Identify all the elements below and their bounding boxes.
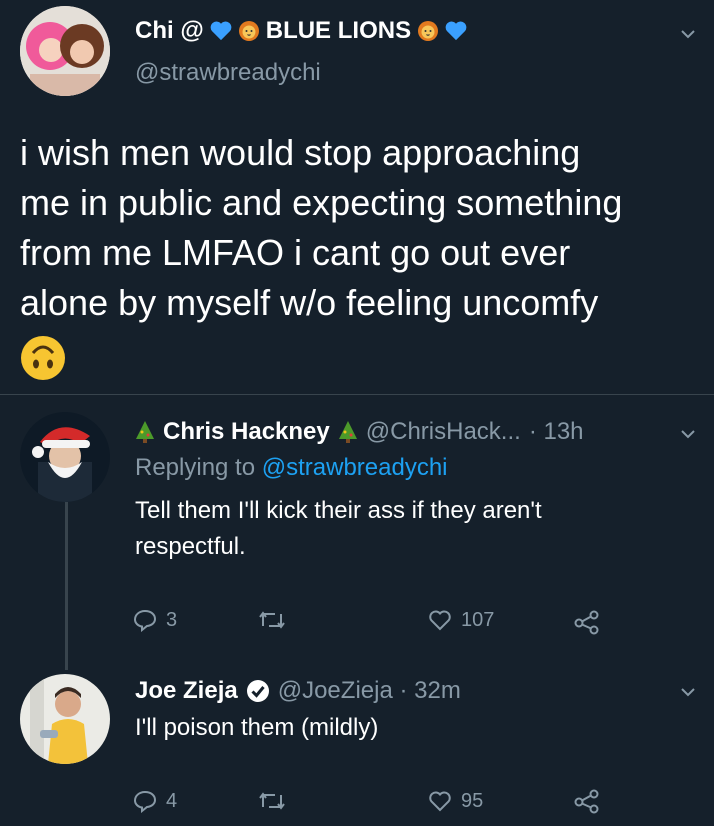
like-icon [429, 610, 451, 631]
upside-down-face-emoji [21, 336, 65, 380]
lion-face-icon [238, 21, 259, 41]
blue-heart-icon [445, 21, 467, 41]
like-button[interactable]: 95 [428, 789, 483, 813]
reply-icon [133, 609, 157, 632]
team-label: BLUE LIONS [265, 17, 412, 44]
tweet-text-line: i wish men would stop approaching [20, 132, 581, 173]
share-button[interactable] [573, 608, 601, 636]
reply-count: 3 [166, 608, 178, 631]
reply-button[interactable]: 4 [133, 789, 177, 813]
share-icon [574, 610, 599, 635]
chevron-down-icon[interactable] [680, 684, 696, 700]
reply-icon [133, 790, 157, 813]
chevron-down-icon[interactable] [680, 426, 696, 442]
like-button[interactable]: 107 [428, 608, 494, 632]
blue-heart-icon [210, 21, 232, 41]
share-button[interactable] [573, 787, 601, 815]
chevron-down-icon[interactable] [680, 26, 696, 42]
like-icon [429, 791, 451, 812]
tweet-text-line: me in public and expecting something [20, 182, 623, 223]
tweet-text: I'll poison them (mildly) [135, 714, 379, 741]
share-icon [574, 789, 599, 814]
divider [0, 394, 714, 395]
reply-header: Joe Zieja @JoeZieja · 32m [135, 677, 461, 705]
christmas-tree-icon [136, 421, 154, 443]
like-count: 107 [461, 608, 495, 631]
replying-to: Replying to @strawbreadychi [135, 454, 448, 482]
handle[interactable]: @ChrisHack... [366, 418, 521, 446]
avatar-image [20, 6, 110, 96]
tweet-text: i wish men would stop approaching me in … [20, 128, 622, 328]
avatar[interactable] [20, 674, 110, 764]
avatar[interactable] [20, 412, 110, 502]
handle[interactable]: @strawbreadychi [135, 59, 321, 87]
tweet-text-line: from me LMFAO i cant go out ever [20, 232, 571, 273]
avatar-image [20, 412, 110, 502]
reply-count: 4 [166, 789, 178, 812]
replying-prefix: Replying to [135, 454, 256, 481]
tweet-text-line: alone by myself w/o feeling uncomfy [20, 282, 599, 323]
tweet-text-line: respectful. [135, 533, 246, 560]
display-name[interactable]: Chi @ BLUE LIONS [135, 17, 467, 45]
verified-badge-icon [246, 680, 269, 702]
retweet-icon [259, 611, 285, 629]
display-name[interactable]: Joe Zieja [135, 677, 238, 705]
display-name-text: Chi @ [135, 17, 204, 44]
reply-button[interactable]: 3 [133, 608, 177, 632]
christmas-tree-icon [338, 421, 357, 443]
reply-header: Chris Hackney @ChrisHack... · 13h [135, 418, 584, 446]
tweet-text: Tell them I'll kick their ass if they ar… [135, 493, 542, 565]
like-count: 95 [461, 789, 484, 812]
replying-handle-link[interactable]: @strawbreadychi [262, 454, 448, 481]
thread-line [65, 502, 68, 670]
handle-time[interactable]: @JoeZieja · 32m [278, 677, 461, 705]
avatar[interactable] [20, 6, 110, 96]
tweet-text-line: Tell them I'll kick their ass if they ar… [135, 497, 542, 524]
retweet-button[interactable] [258, 608, 286, 632]
display-name[interactable]: Chris Hackney [163, 418, 330, 446]
retweet-icon [259, 792, 285, 810]
lion-face-icon [418, 21, 439, 41]
retweet-button[interactable] [258, 789, 286, 813]
timestamp[interactable]: · 13h [529, 418, 584, 446]
avatar-image [20, 674, 110, 764]
